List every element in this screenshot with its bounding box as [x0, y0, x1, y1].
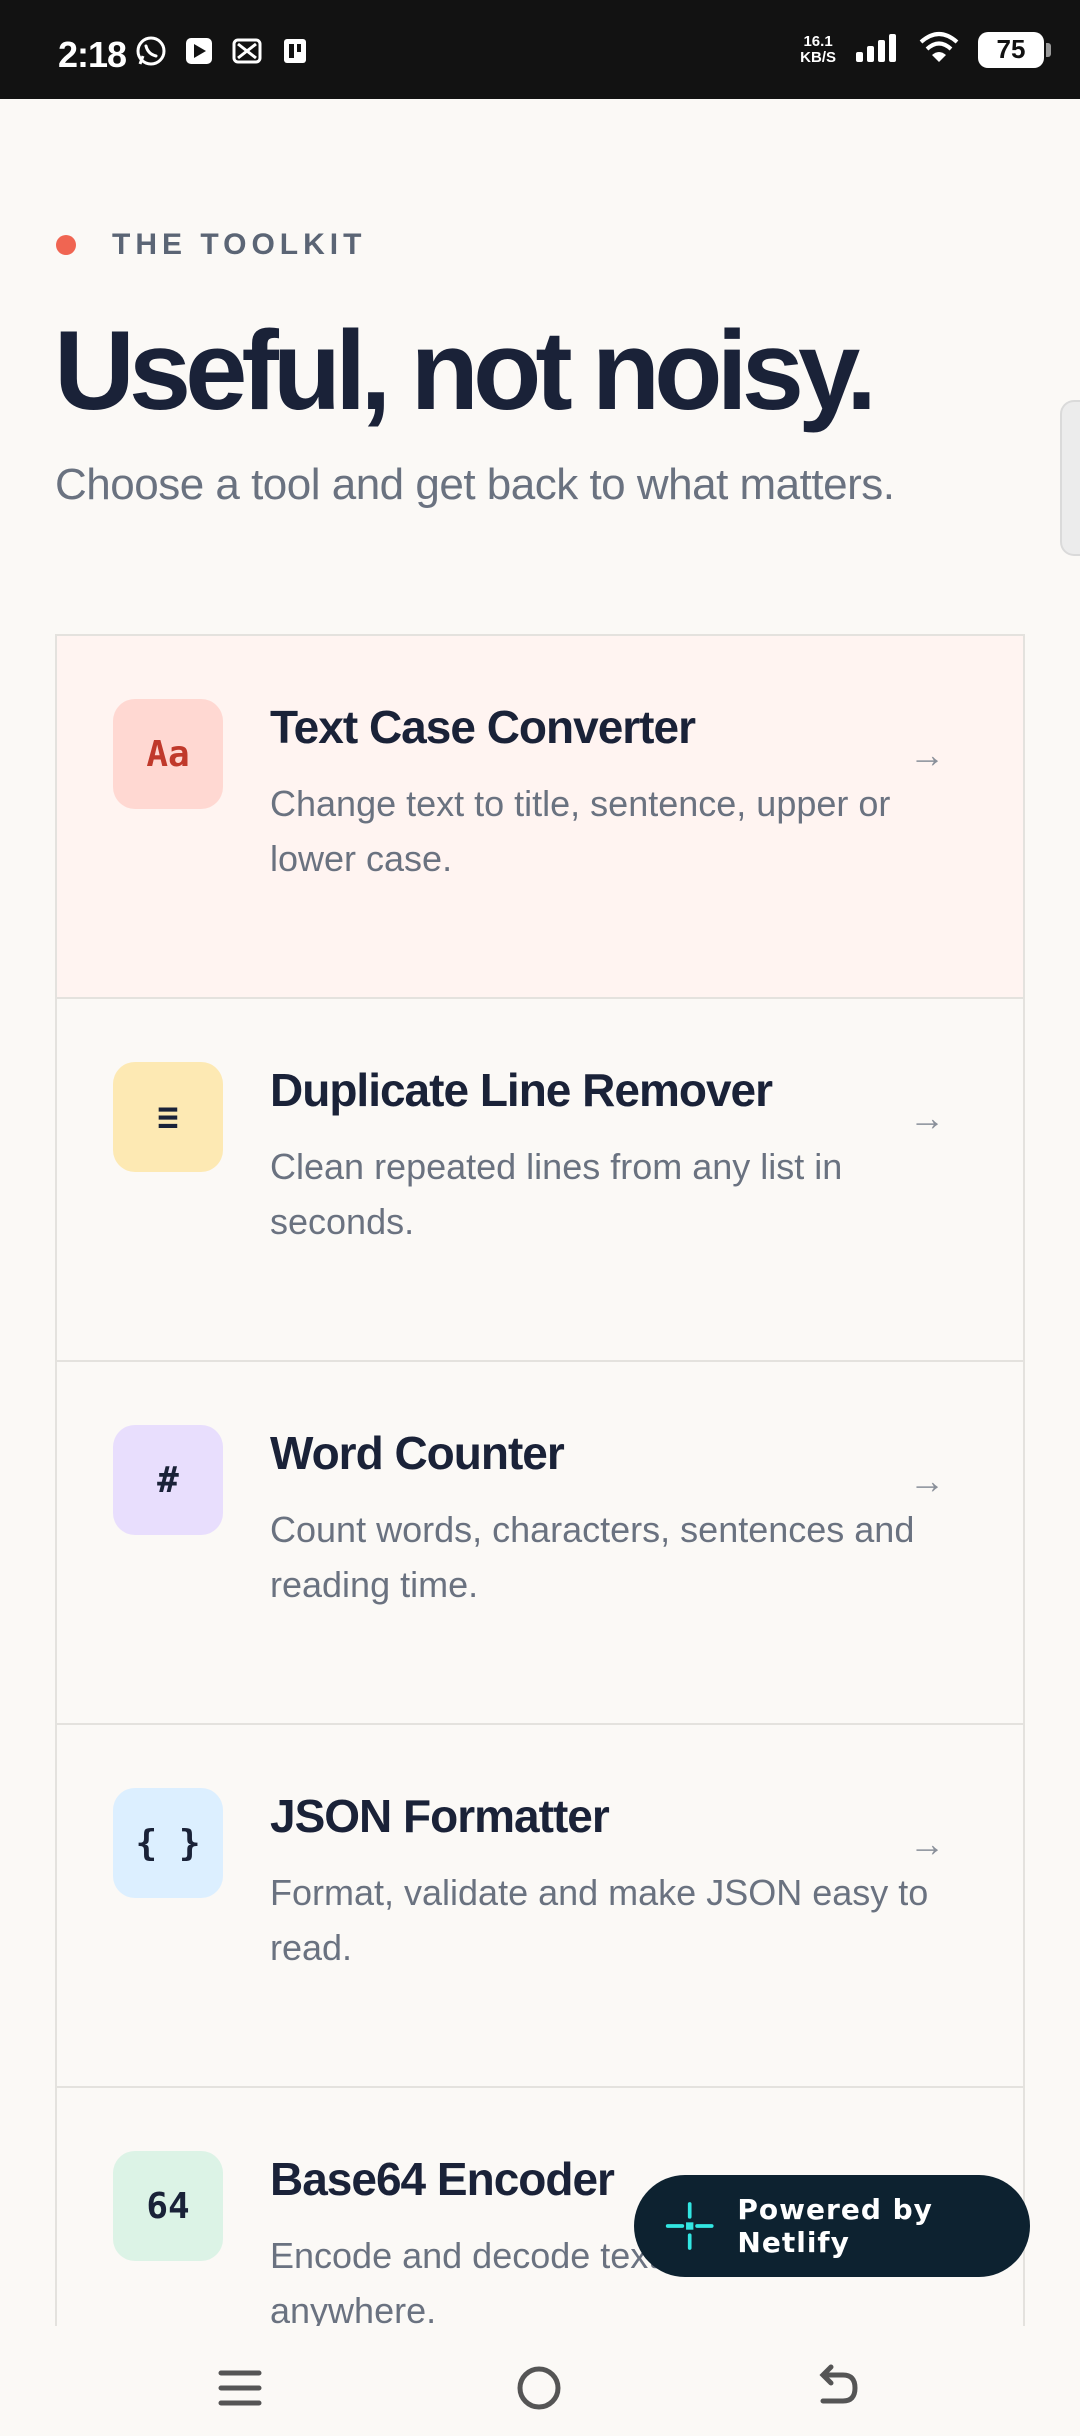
- hash-icon: #: [113, 1425, 223, 1535]
- netlify-logo-icon: [665, 2202, 714, 2250]
- notification-icons: [134, 34, 312, 68]
- wifi-icon: [918, 30, 960, 69]
- arrow-right-icon: →: [909, 1823, 945, 1864]
- side-edge-handle[interactable]: [1060, 400, 1080, 556]
- battery-indicator: 75: [978, 31, 1051, 68]
- tool-title: Word Counter: [270, 1427, 565, 1479]
- page-title: Useful, not noisy.: [54, 308, 877, 433]
- tool-description: Format, validate and make JSON easy to r…: [270, 1872, 929, 1968]
- menu-icon: [218, 2370, 262, 2406]
- speed-value: 16.1: [803, 32, 833, 50]
- back-button[interactable]: [808, 2358, 868, 2418]
- tool-card-duplicate-line-remover[interactable]: ≡ Duplicate Line Remover Clean repeated …: [57, 999, 1023, 1362]
- tool-title: Duplicate Line Remover: [270, 1064, 773, 1116]
- base64-icon: 64: [113, 2151, 223, 2261]
- tool-card-word-counter[interactable]: # Word Counter Count words, characters, …: [57, 1362, 1023, 1725]
- app-notification-icon: [230, 34, 264, 68]
- whatsapp-icon: [134, 34, 168, 68]
- status-time: 2:18: [58, 34, 127, 75]
- home-button[interactable]: [509, 2358, 569, 2418]
- accent-dot: [56, 235, 76, 255]
- arrow-right-icon: →: [909, 1460, 945, 1501]
- menu-button[interactable]: [210, 2358, 270, 2418]
- back-arrow-icon: [819, 2364, 858, 2404]
- text-case-icon: Aa: [113, 699, 223, 809]
- tool-title: Base64 Encoder: [270, 2153, 615, 2205]
- status-bar: 2:18 16.1 KB/S 75: [0, 0, 1080, 99]
- arrow-right-icon: →: [909, 1097, 945, 1138]
- tool-list: Aa Text Case Converter Change text to ti…: [55, 634, 1025, 2326]
- tool-description: Change text to title, sentence, upper or…: [270, 783, 891, 879]
- paytm-icon: [278, 34, 312, 68]
- network-speed: 16.1 KB/S: [800, 32, 836, 66]
- system-nav-bar: [0, 2328, 1080, 2436]
- speed-unit: KB/S: [800, 48, 836, 66]
- netlify-badge[interactable]: Powered by Netlify: [634, 2175, 1030, 2277]
- tool-description: Clean repeated lines from any list in se…: [270, 1146, 843, 1242]
- eyebrow-label: THE TOOLKIT: [112, 228, 367, 261]
- signal-icon: [854, 30, 900, 69]
- page-subtitle: Choose a tool and get back to what matte…: [55, 460, 895, 509]
- tool-card-text-case-converter[interactable]: Aa Text Case Converter Change text to ti…: [57, 636, 1023, 999]
- lines-icon: ≡: [113, 1062, 223, 1172]
- braces-icon: { }: [113, 1788, 223, 1898]
- tool-title: Text Case Converter: [270, 701, 696, 753]
- play-store-icon: [182, 34, 216, 68]
- tool-description: Count words, characters, sentences and r…: [270, 1509, 915, 1605]
- arrow-right-icon: →: [909, 734, 945, 775]
- eyebrow: THE TOOLKIT: [56, 228, 366, 262]
- tool-title: JSON Formatter: [270, 1790, 610, 1842]
- netlify-badge-label: Powered by Netlify: [737, 2193, 933, 2259]
- tool-card-json-formatter[interactable]: { } JSON Formatter Format, validate and …: [57, 1725, 1023, 2088]
- home-circle-icon: [517, 2366, 561, 2410]
